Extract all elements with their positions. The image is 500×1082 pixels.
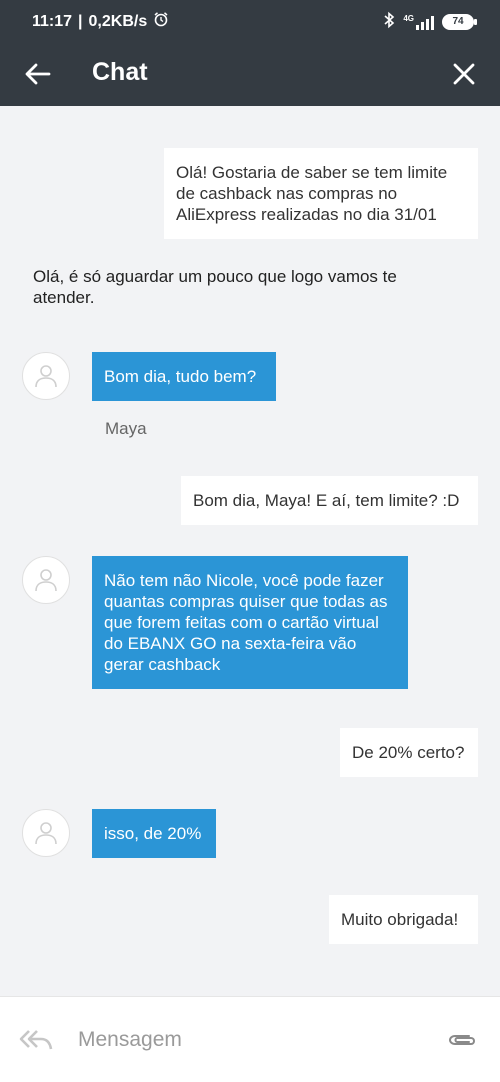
chat-area[interactable]: Olá! Gostaria de saber se tem limite de … — [0, 106, 500, 996]
signal-bar — [426, 18, 429, 30]
message-incoming: isso, de 20% — [92, 809, 216, 858]
paperclip-icon — [448, 1035, 476, 1045]
signal-bar — [431, 15, 434, 30]
battery-icon: 74 — [442, 13, 477, 30]
message-composer — [0, 996, 500, 1082]
message-outgoing: De 20% certo? — [340, 728, 478, 777]
system-message: Olá, é só aguardar um pouco que logo vam… — [33, 267, 397, 307]
close-icon — [453, 63, 475, 85]
status-speed: 0,2KB/s — [88, 12, 148, 30]
user-icon — [35, 822, 57, 845]
message-incoming: Não tem não Nicole, você pode fazer quan… — [92, 556, 408, 689]
sender-name: Maya — [105, 419, 147, 438]
app-bar: Chat — [0, 42, 500, 106]
status-bar: 11:17 | 0,2KB/s 4G 74 — [0, 0, 500, 42]
avatar — [22, 556, 70, 604]
user-icon — [35, 569, 57, 592]
attach-button[interactable] — [446, 1025, 478, 1055]
message-outgoing: Muito obrigada! — [329, 895, 478, 944]
user-icon — [35, 365, 57, 388]
signal-icon: 4G — [403, 14, 434, 30]
message-outgoing: Olá! Gostaria de saber se tem limite de … — [164, 148, 478, 239]
message-incoming: Bom dia, tudo bem? — [92, 352, 276, 401]
status-separator: | — [78, 12, 83, 30]
close-button[interactable] — [444, 54, 484, 94]
page-title: Chat — [92, 58, 148, 86]
message-outgoing: Bom dia, Maya! E aí, tem limite? :D — [181, 476, 478, 525]
reply-button[interactable] — [18, 1025, 54, 1055]
status-left: 11:17 | 0,2KB/s — [32, 11, 169, 32]
back-button[interactable] — [20, 56, 56, 92]
avatar — [22, 809, 70, 857]
alarm-icon — [153, 11, 169, 32]
bluetooth-icon — [383, 11, 395, 32]
signal-bar — [416, 24, 419, 30]
avatar — [22, 352, 70, 400]
status-right: 4G 74 — [383, 11, 477, 32]
reply-all-icon — [19, 1030, 53, 1050]
network-type: 4G — [403, 13, 414, 23]
message-input[interactable] — [78, 1021, 418, 1059]
status-time: 11:17 — [32, 12, 73, 30]
arrow-left-icon — [25, 63, 51, 85]
signal-bar — [421, 21, 424, 30]
